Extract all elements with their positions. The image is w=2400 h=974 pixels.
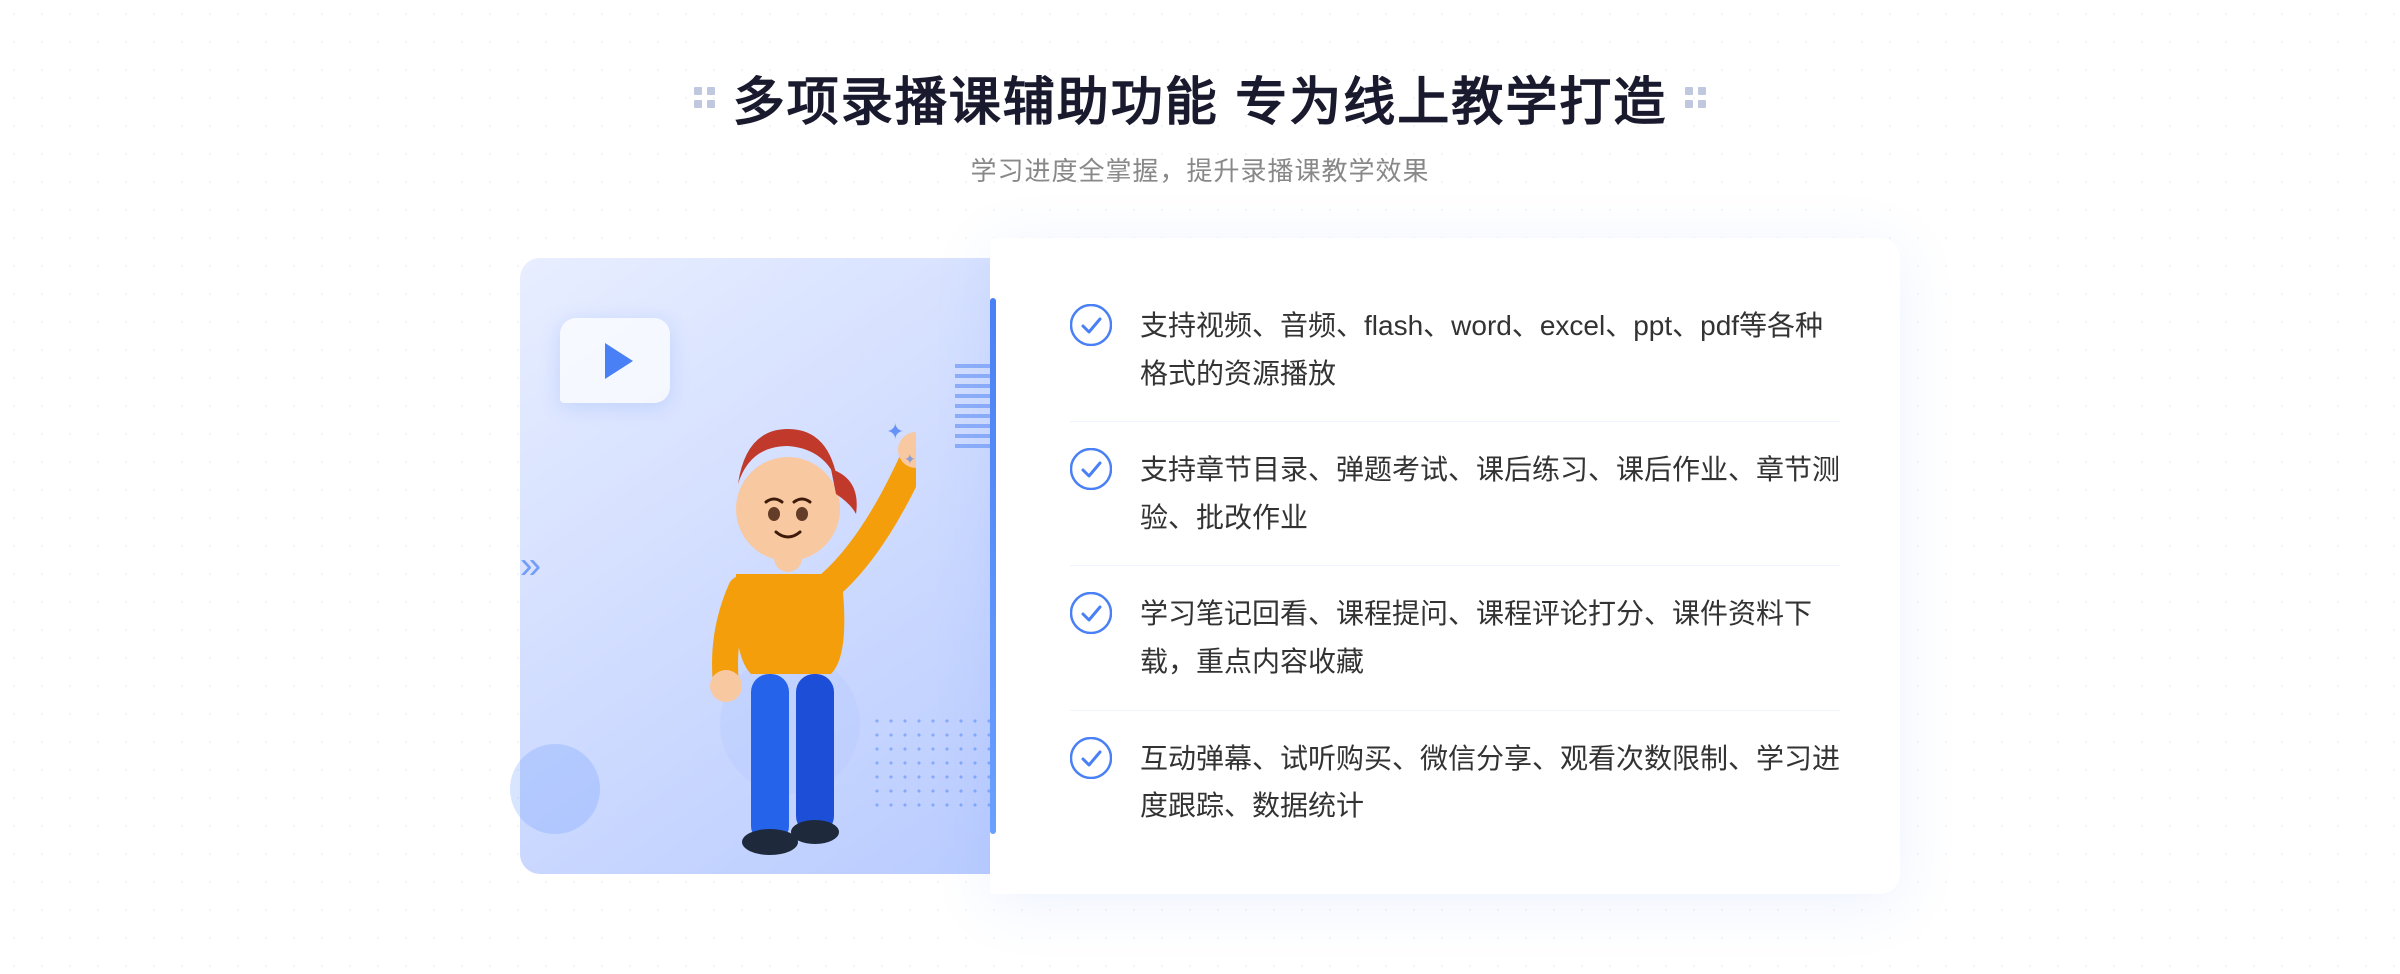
illustration-side: » [500,238,1020,894]
check-icon-2 [1070,448,1112,490]
feature-text-2: 支持章节目录、弹题考试、课后练习、课后作业、章节测验、批改作业 [1140,446,1840,541]
feature-item-1: 支持视频、音频、flash、word、excel、ppt、pdf等各种格式的资源… [1070,278,1840,422]
page-subtitle: 学习进度全掌握，提升录播课教学效果 [694,151,1706,188]
content-area: » [500,238,1900,894]
svg-text:✦: ✦ [886,419,904,444]
right-decorator [1685,87,1706,108]
chevron-left-icon: » [520,544,541,587]
left-decorator [694,87,715,108]
play-bubble [560,318,670,403]
page-title: 多项录播课辅助功能 专为线上教学打造 [733,60,1667,135]
play-icon [605,343,633,379]
features-panel: 支持视频、音频、flash、word、excel、ppt、pdf等各种格式的资源… [990,238,1900,894]
page-wrapper: 多项录播课辅助功能 专为线上教学打造 学习进度全掌握，提升录播课教学效果 [0,0,2400,974]
feature-item-2: 支持章节目录、弹题考试、课后练习、课后作业、章节测验、批改作业 [1070,422,1840,566]
person-illustration: ✦ ✦ [656,374,916,894]
feature-item-4: 互动弹幕、试听购买、微信分享、观看次数限制、学习进度跟踪、数据统计 [1070,711,1840,854]
feature-text-1: 支持视频、音频、flash、word、excel、ppt、pdf等各种格式的资源… [1140,302,1840,397]
blue-circle-small [510,744,600,834]
title-row: 多项录播课辅助功能 专为线上教学打造 [694,60,1706,135]
check-icon-4 [1070,737,1112,779]
header-section: 多项录播课辅助功能 专为线上教学打造 学习进度全掌握，提升录播课教学效果 [694,60,1706,188]
feature-item-3: 学习笔记回看、课程提问、课程评论打分、课件资料下载，重点内容收藏 [1070,566,1840,710]
check-icon-3 [1070,592,1112,634]
svg-text:✦: ✦ [904,451,916,467]
feature-text-3: 学习笔记回看、课程提问、课程评论打分、课件资料下载，重点内容收藏 [1140,590,1840,685]
feature-text-4: 互动弹幕、试听购买、微信分享、观看次数限制、学习进度跟踪、数据统计 [1140,735,1840,830]
check-icon-1 [1070,304,1112,346]
